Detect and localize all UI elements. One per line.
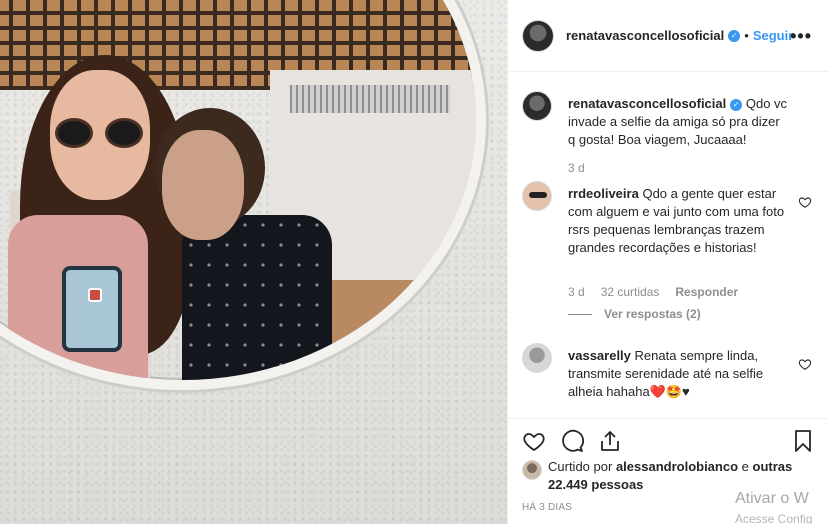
caption-age: 3 d <box>568 161 585 175</box>
comment-author[interactable]: vassarelly <box>568 348 631 363</box>
comment-text-block: rrdeoliveira Qdo a gente quer estar com … <box>568 185 788 257</box>
air-vent <box>290 85 450 113</box>
reply-button[interactable]: Responder <box>675 285 738 299</box>
more-options-icon[interactable]: ••• <box>790 26 812 47</box>
verified-badge-icon: ✓ <box>730 99 743 111</box>
replies-line <box>568 313 592 315</box>
liker-handle[interactable]: alessandrolobianco <box>616 459 738 474</box>
activation-watermark-sub: Acesse Config <box>735 512 813 524</box>
comment-text-block: vassarelly Renata sempre linda, transmit… <box>568 347 788 401</box>
activation-watermark: Ativar o W <box>735 490 809 507</box>
liked-by-prefix: Curtido por <box>548 459 613 474</box>
post-timestamp[interactable]: HÁ 3 DIAS <box>522 502 572 513</box>
comment-avatar[interactable] <box>522 181 552 211</box>
caption-text-block: renatavasconcellosoficial ✓ Qdo vc invade… <box>568 95 788 149</box>
header-separator: • <box>744 28 749 43</box>
view-replies-button[interactable]: Ver respostas (2) <box>568 307 701 321</box>
comment-item: vassarelly Renata sempre linda, transmit… <box>522 343 812 413</box>
comment-meta: 3 d 32 curtidas Responder <box>568 285 738 299</box>
sunglasses <box>55 118 145 148</box>
comments-list[interactable]: renatavasconcellosoficial ✓ Qdo vc invade… <box>508 73 828 417</box>
heart-icon[interactable] <box>798 357 812 371</box>
heart-icon[interactable] <box>798 195 812 209</box>
share-icon[interactable] <box>598 429 622 453</box>
caption-avatar[interactable] <box>522 91 552 121</box>
liker-avatar[interactable] <box>522 460 542 480</box>
liked-by-text: Curtido por alessandrolobianco e outras … <box>548 458 808 494</box>
liked-by-connector: e <box>741 459 749 474</box>
follow-button[interactable]: Seguir <box>753 28 793 43</box>
author-avatar[interactable] <box>522 19 554 52</box>
verified-badge-icon: ✓ <box>728 29 741 42</box>
woman-right-body <box>182 215 332 380</box>
round-mirror <box>0 0 486 390</box>
author-handle[interactable]: renatavasconcellosoficial <box>566 28 724 43</box>
caption-item: renatavasconcellosoficial ✓ Qdo vc invade… <box>522 91 812 175</box>
comment-age: 3 d <box>568 285 585 299</box>
caption-meta: 3 d <box>568 161 585 175</box>
caption-author[interactable]: renatavasconcellosoficial <box>568 96 726 111</box>
comment-icon[interactable] <box>560 429 584 453</box>
view-replies-label: Ver respostas (2) <box>604 307 701 321</box>
heart-icon[interactable] <box>522 429 546 453</box>
comment-item: rrdeoliveira Qdo a gente quer estar com … <box>522 181 812 331</box>
post-header: renatavasconcellosoficial ✓ • Seguir ••• <box>508 0 828 72</box>
smartphone <box>62 266 122 352</box>
comment-author[interactable]: rrdeoliveira <box>568 186 639 201</box>
comment-avatar[interactable] <box>522 343 552 373</box>
comment-likes[interactable]: 32 curtidas <box>601 285 660 299</box>
bookmark-icon[interactable] <box>791 429 815 453</box>
woman-right-face <box>162 130 244 240</box>
post-side-panel: renatavasconcellosoficial ✓ • Seguir •••… <box>507 0 828 524</box>
post-photo[interactable] <box>0 0 507 524</box>
